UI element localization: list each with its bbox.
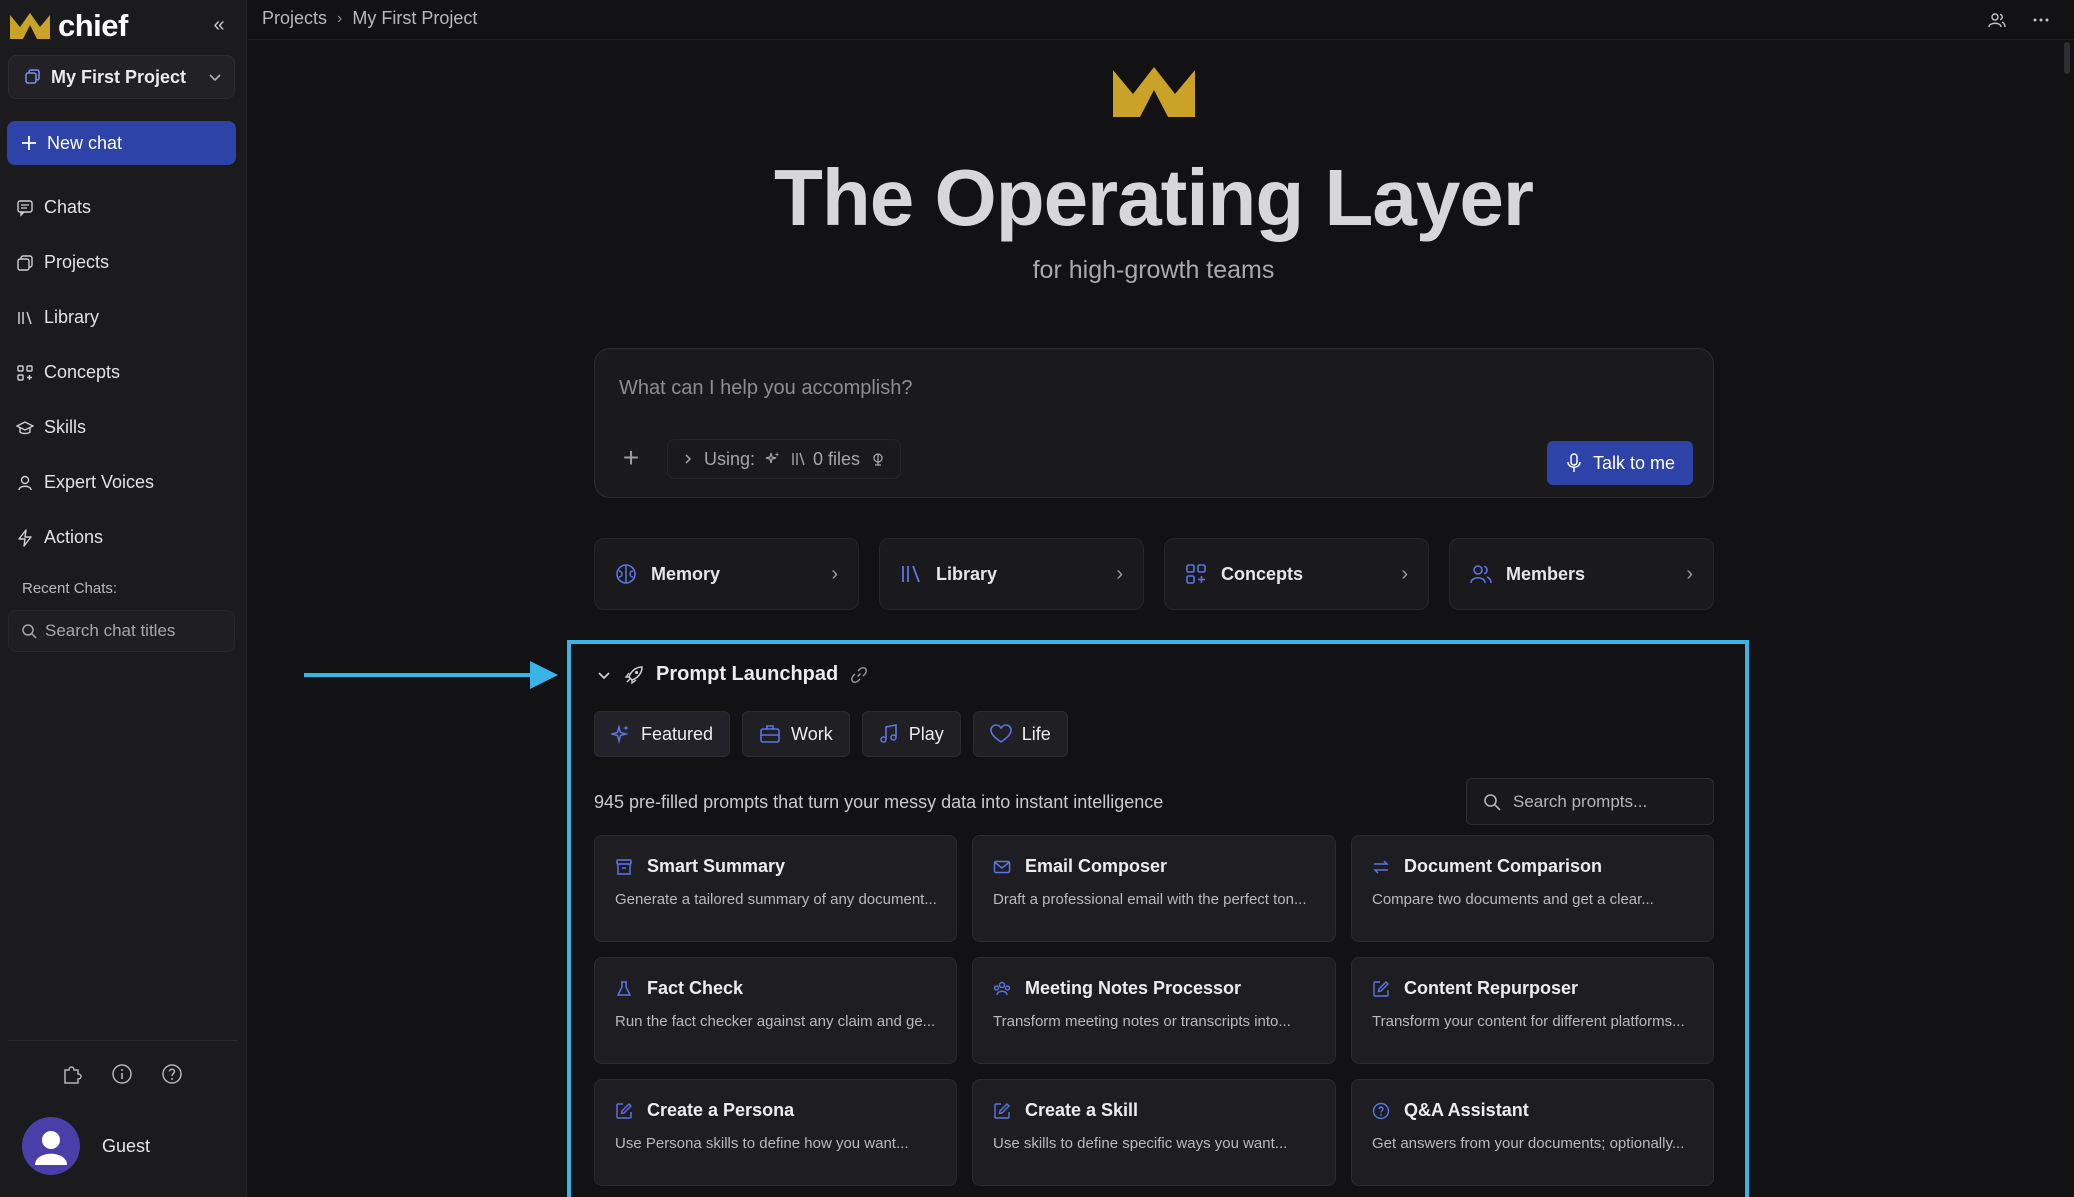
avatar — [22, 1117, 80, 1175]
members-icon[interactable] — [1984, 7, 2010, 33]
annotation-highlight-box — [567, 640, 1749, 1197]
hero-logo-icon — [1113, 67, 1195, 117]
members-icon — [1470, 563, 1492, 585]
search-chats-input[interactable] — [45, 621, 225, 641]
talk-to-me-button[interactable]: Talk to me — [1547, 441, 1693, 485]
sidebar-item-expert-voices[interactable]: Expert Voices — [0, 455, 247, 510]
project-icon — [25, 69, 41, 85]
library-icon — [791, 451, 807, 467]
project-name: My First Project — [51, 66, 187, 87]
add-attachment-button[interactable]: + — [620, 444, 642, 472]
prompt-input[interactable] — [619, 377, 1519, 413]
skills-icon — [16, 419, 34, 437]
sidebar-item-label: Chats — [44, 197, 92, 217]
breadcrumb-projects-link[interactable]: Projects — [262, 8, 327, 29]
microphone-icon — [1565, 453, 1583, 473]
info-icon[interactable] — [108, 1060, 136, 1088]
chevron-right-icon: › — [1686, 562, 1693, 585]
breadcrumb: Projects › My First Project — [262, 8, 477, 29]
sidebar-item-concepts[interactable]: Concepts — [0, 345, 247, 400]
talk-to-me-label: Talk to me — [1592, 452, 1676, 473]
chevron-right-icon: › — [337, 9, 343, 27]
members-card[interactable]: Members › — [1449, 538, 1714, 610]
chevron-right-icon — [682, 453, 694, 465]
search-icon — [21, 623, 37, 639]
sidebar-item-chats[interactable]: Chats — [0, 180, 247, 235]
new-chat-button[interactable]: New chat — [7, 121, 236, 165]
sidebar-item-label: Library — [44, 307, 100, 327]
annotation-arrow — [300, 657, 560, 693]
concepts-label: Concepts — [1221, 563, 1304, 584]
scrollbar[interactable] — [2064, 42, 2070, 74]
chief-logo-icon — [10, 13, 50, 39]
sidebar-item-label: Concepts — [44, 362, 121, 382]
library-icon — [16, 309, 34, 327]
context-selector[interactable]: Using: 0 files — [667, 439, 902, 479]
concepts-icon — [1185, 563, 1207, 585]
person-icon — [16, 474, 34, 492]
new-chat-label: New chat — [47, 132, 123, 153]
top-bar: Projects › My First Project — [248, 0, 2074, 40]
bolt-icon — [16, 528, 34, 547]
sidebar-item-skills[interactable]: Skills — [0, 400, 247, 455]
breadcrumb-current: My First Project — [352, 8, 478, 28]
sidebar-footer-icons — [58, 1060, 186, 1088]
chat-composer: + Using: 0 files Talk to me — [594, 348, 1714, 498]
divider — [8, 1040, 238, 1041]
brain-icon — [615, 563, 637, 585]
plus-icon — [21, 135, 37, 151]
hero-subtitle: for high-growth teams — [1032, 256, 1275, 284]
using-label: Using: — [704, 448, 756, 469]
hero-title: The Operating Layer — [774, 153, 1534, 242]
sidebar-item-library[interactable]: Library — [0, 290, 247, 345]
library-card[interactable]: Library › — [879, 538, 1144, 610]
user-name: Guest — [102, 1135, 151, 1156]
chat-icon — [16, 199, 34, 217]
project-selector[interactable]: My First Project — [8, 55, 235, 99]
top-actions — [1984, 7, 2054, 33]
sidebar-item-label: Skills — [44, 417, 87, 437]
sidebar-item-projects[interactable]: Projects — [0, 235, 247, 290]
help-icon[interactable] — [158, 1060, 186, 1088]
quick-access-cards: Memory › Library › Concepts › Members › — [594, 538, 1714, 610]
recent-chats-label: Recent Chats: — [22, 580, 118, 597]
library-icon — [900, 563, 922, 585]
files-count: 0 files — [813, 448, 861, 469]
brand-name: chief — [58, 8, 128, 43]
chevron-down-icon — [208, 70, 222, 84]
sidebar-nav: Chats Projects Library Concepts Skills E… — [0, 180, 247, 565]
sidebar-item-label: Projects — [44, 252, 110, 272]
sidebar-item-actions[interactable]: Actions — [0, 510, 247, 565]
more-options-icon[interactable] — [2028, 7, 2054, 33]
user-profile[interactable]: Guest — [22, 1117, 150, 1175]
projects-icon — [16, 254, 34, 272]
brand[interactable]: chief — [10, 8, 128, 44]
sidebar-item-label: Actions — [44, 527, 104, 547]
memory-card[interactable]: Memory › — [594, 538, 859, 610]
sparkle-icon — [765, 451, 781, 467]
members-label: Members — [1506, 563, 1586, 584]
brain-icon — [870, 451, 886, 467]
puzzle-icon[interactable] — [58, 1060, 86, 1088]
concepts-icon — [16, 364, 34, 382]
search-chats-field[interactable] — [8, 610, 235, 652]
chevron-right-icon: › — [1401, 562, 1408, 585]
sidebar: chief « My First Project New chat Chats … — [0, 0, 247, 1197]
memory-label: Memory — [651, 563, 721, 584]
sidebar-item-label: Expert Voices — [44, 472, 155, 492]
chevron-right-icon: › — [1116, 562, 1123, 585]
chevron-right-icon: › — [831, 562, 838, 585]
concepts-card[interactable]: Concepts › — [1164, 538, 1429, 610]
library-label: Library — [936, 563, 998, 584]
collapse-sidebar-icon[interactable]: « — [208, 14, 230, 36]
